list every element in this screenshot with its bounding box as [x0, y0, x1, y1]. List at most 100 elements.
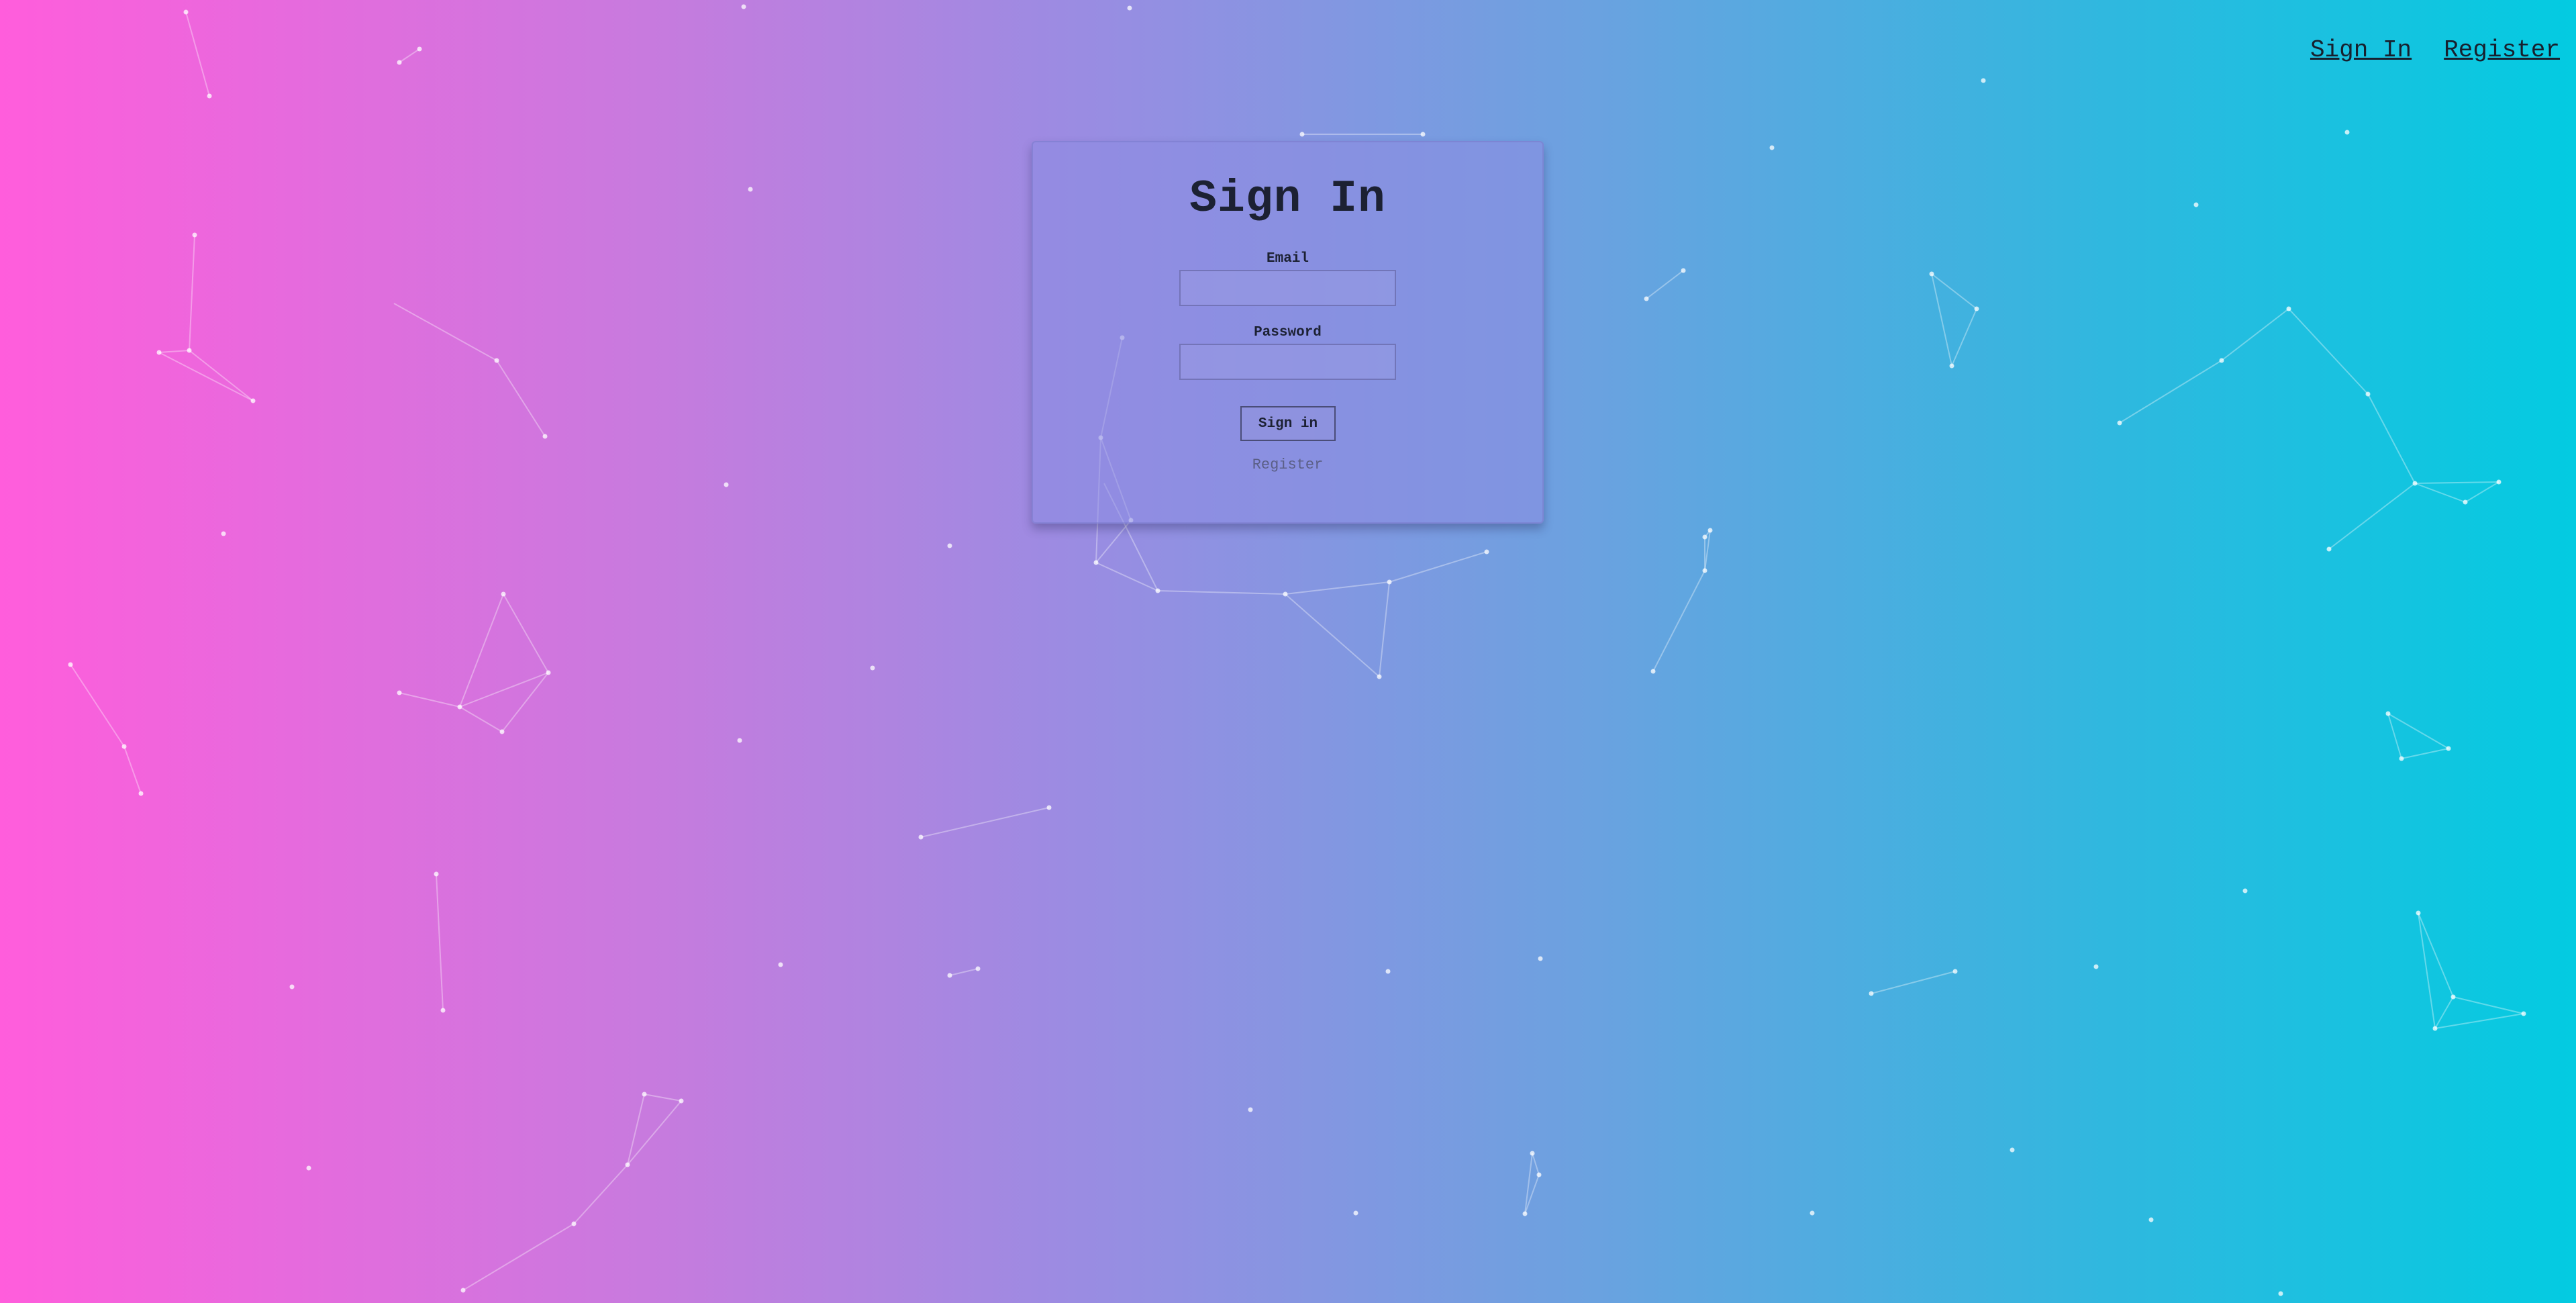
network-node — [542, 434, 548, 439]
network-link — [70, 664, 125, 747]
network-node — [778, 962, 783, 967]
network-node — [1644, 296, 1649, 301]
sign-in-button[interactable]: Sign in — [1240, 406, 1336, 441]
password-field[interactable] — [1179, 344, 1396, 380]
network-node — [625, 1162, 630, 1167]
network-node — [1484, 549, 1489, 554]
network-link — [1951, 308, 1977, 367]
network-node — [1248, 1107, 1253, 1112]
network-link — [158, 352, 254, 401]
network-link — [2434, 1013, 2524, 1029]
network-link — [1285, 581, 1390, 595]
network-node — [2432, 1026, 2438, 1031]
network-node — [1377, 674, 1382, 679]
network-node — [1522, 1211, 1528, 1216]
network-link — [2453, 996, 2524, 1014]
network-node — [1650, 669, 1656, 674]
network-node — [2278, 1291, 2283, 1296]
network-link — [1157, 590, 1286, 595]
network-node — [221, 531, 226, 536]
network-link — [399, 48, 420, 63]
network-node — [499, 729, 505, 734]
network-link — [1532, 1153, 1540, 1175]
network-node — [440, 1008, 446, 1013]
network-node — [1093, 560, 1099, 565]
network-node — [571, 1221, 577, 1226]
network-node — [1681, 268, 1686, 273]
network-node — [2385, 711, 2391, 716]
network-node — [2365, 391, 2371, 397]
network-node — [289, 984, 295, 990]
network-node — [1810, 1210, 1815, 1216]
network-link — [1646, 270, 1684, 299]
network-link — [459, 706, 503, 732]
network-node — [2463, 499, 2468, 505]
network-link — [185, 11, 210, 97]
network-node — [1974, 306, 1979, 311]
network-node — [156, 350, 162, 355]
network-link — [2367, 393, 2416, 484]
password-label: Password — [1254, 325, 1322, 340]
network-node — [494, 358, 499, 363]
network-node — [2117, 420, 2122, 426]
network-node — [2093, 964, 2099, 969]
network-node — [2242, 888, 2248, 894]
email-label: Email — [1266, 251, 1309, 267]
network-link — [2465, 481, 2499, 503]
network-node — [724, 482, 729, 487]
network-node — [1702, 568, 1707, 573]
email-field[interactable] — [1179, 270, 1396, 306]
network-link — [2288, 308, 2369, 395]
network-link — [123, 746, 142, 794]
network-node — [1536, 1172, 1542, 1177]
top-navigation: Sign In Register — [2310, 36, 2560, 64]
network-link — [573, 1164, 628, 1224]
network-node — [2412, 481, 2418, 486]
network-node — [679, 1098, 684, 1104]
network-node — [2326, 546, 2332, 552]
network-link — [2221, 308, 2289, 361]
network-node — [748, 187, 753, 192]
network-node — [68, 662, 73, 667]
network-link — [503, 593, 549, 673]
network-node — [1283, 591, 1288, 597]
network-link — [1285, 593, 1380, 677]
network-node — [1530, 1151, 1535, 1156]
network-node — [2496, 479, 2501, 485]
network-node — [1387, 579, 1392, 585]
network-link — [189, 234, 195, 351]
network-node — [207, 93, 212, 99]
network-link — [2418, 912, 2454, 998]
network-node — [2193, 202, 2199, 207]
network-link — [920, 807, 1050, 838]
network-node — [1949, 363, 1954, 369]
network-link — [189, 350, 254, 401]
network-link — [2434, 996, 2454, 1029]
network-node — [1929, 271, 1934, 277]
sign-in-card: Sign In Email Password Sign in Register — [1032, 141, 1544, 524]
network-node — [1981, 78, 1986, 83]
network-node — [434, 871, 439, 877]
network-link — [462, 1223, 575, 1291]
network-node — [947, 973, 952, 978]
network-node — [306, 1165, 311, 1171]
network-node — [975, 966, 981, 971]
network-node — [1385, 969, 1391, 974]
network-node — [918, 834, 924, 840]
network-node — [2521, 1011, 2526, 1016]
register-link[interactable]: Register — [1033, 456, 1542, 473]
network-link — [436, 873, 444, 1011]
network-node — [457, 704, 462, 710]
network-node — [1769, 145, 1775, 150]
network-link — [2328, 483, 2416, 550]
network-node — [397, 60, 402, 65]
network-node — [870, 665, 875, 671]
network-node — [1420, 132, 1426, 137]
nav-sign-in-link[interactable]: Sign In — [2310, 36, 2412, 64]
network-node — [2219, 358, 2224, 363]
network-node — [2010, 1147, 2015, 1153]
network-link — [158, 350, 190, 353]
nav-register-link[interactable]: Register — [2444, 36, 2560, 64]
network-node — [2416, 910, 2421, 916]
network-link — [2401, 748, 2449, 759]
